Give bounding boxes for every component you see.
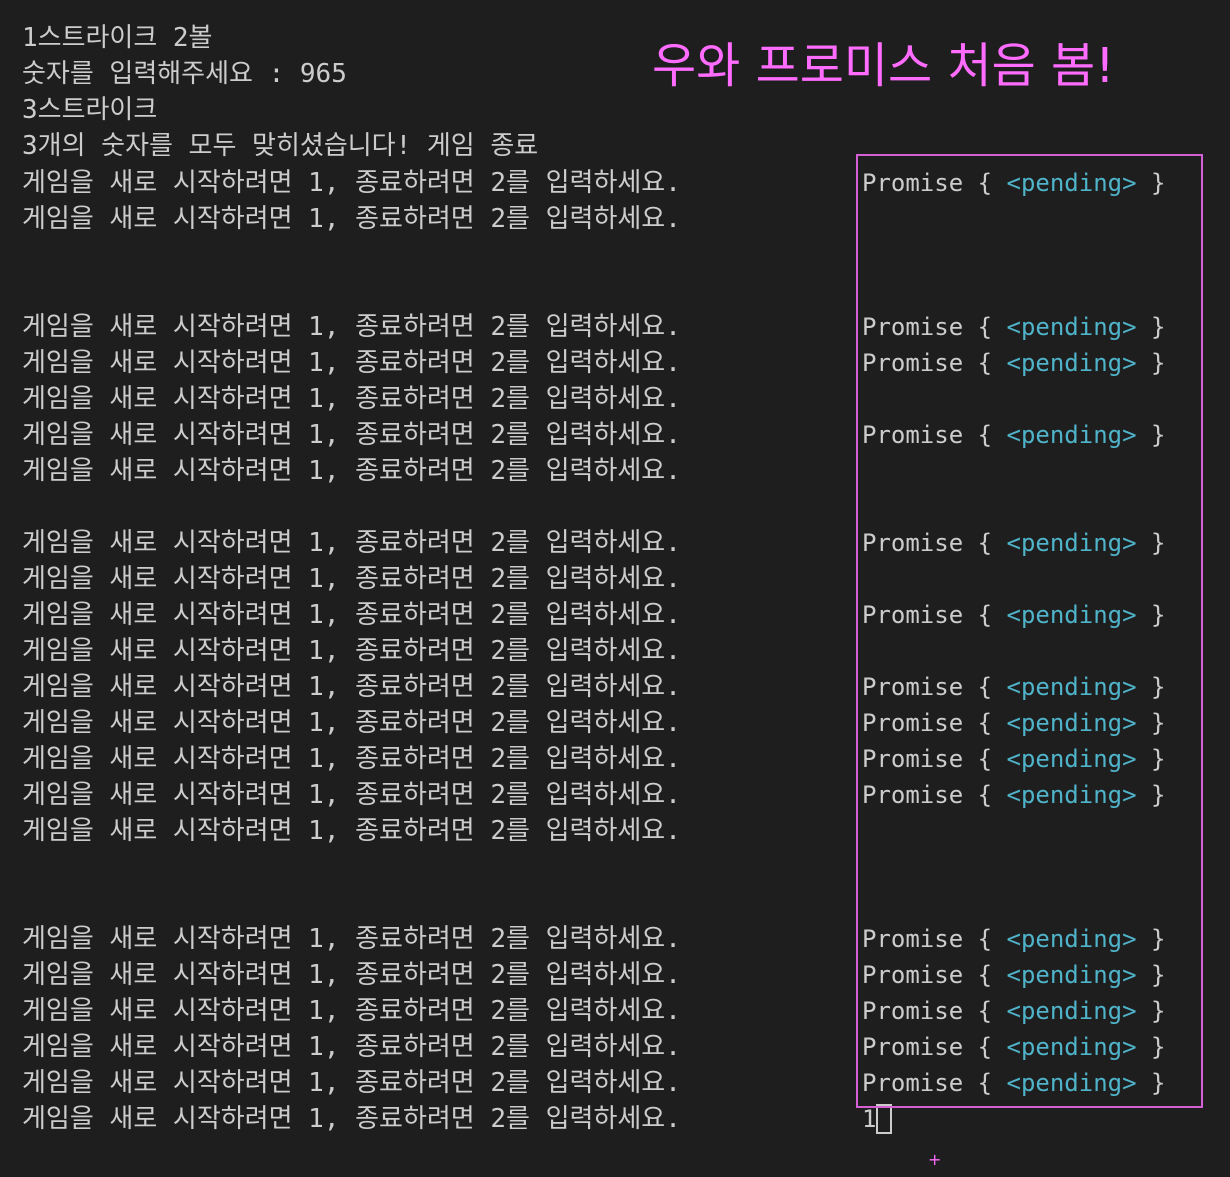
restart-prompt-line: 게임을 새로 시작하려면 1, 종료하려면 2를 입력하세요. [22,348,681,378]
restart-prompt-line: 게임을 새로 시작하려면 1, 종료하려면 2를 입력하세요. [22,420,681,450]
restart-prompt-line: 게임을 새로 시작하려면 1, 종료하려면 2를 입력하세요. [22,564,681,594]
restart-prompt-line: 게임을 새로 시작하려면 1, 종료하려면 2를 입력하세요. [22,528,681,558]
restart-prompt-line: 게임을 새로 시작하려면 1, 종료하려면 2를 입력하세요. [22,780,681,810]
restart-prompt-line: 게임을 새로 시작하려면 1, 종료하려면 2를 입력하세요. [22,456,681,486]
promise-highlight-box [856,154,1203,1108]
restart-prompt-line: 게임을 새로 시작하려면 1, 종료하려면 2를 입력하세요. [22,1032,681,1062]
restart-prompt-line: 게임을 새로 시작하려면 1, 종료하려면 2를 입력하세요. [22,1068,681,1098]
restart-prompt-line: 게임을 새로 시작하려면 1, 종료하려면 2를 입력하세요. [22,384,681,414]
restart-prompt-line: 게임을 새로 시작하려면 1, 종료하려면 2를 입력하세요. [22,168,681,198]
restart-prompt-line: 게임을 새로 시작하려면 1, 종료하려면 2를 입력하세요. [22,636,681,666]
restart-prompt-line: 게임을 새로 시작하려면 1, 종료하려면 2를 입력하세요. [22,996,681,1026]
annotation-note: 우와 프로미스 처음 봄! [652,38,1115,94]
restart-prompt-line: 게임을 새로 시작하려면 1, 종료하려면 2를 입력하세요. [22,312,681,342]
text-cursor[interactable] [876,1104,892,1134]
restart-prompt-line: 게임을 새로 시작하려면 1, 종료하려면 2를 입력하세요. [22,960,681,990]
plus-mark: + [928,1150,942,1169]
restart-prompt-line: 게임을 새로 시작하려면 1, 종료하려면 2를 입력하세요. [22,708,681,738]
restart-prompt-line: 게임을 새로 시작하려면 1, 종료하려면 2를 입력하세요. [22,924,681,954]
restart-prompt-line: 게임을 새로 시작하려면 1, 종료하려면 2를 입력하세요. [22,600,681,630]
restart-prompt-line: 게임을 새로 시작하려면 1, 종료하려면 2를 입력하세요. [22,672,681,702]
restart-prompt-line: 게임을 새로 시작하려면 1, 종료하려면 2를 입력하세요. [22,1104,681,1134]
strike-ball-line: 1스트라이크 2볼 [22,23,213,53]
three-strike-line: 3스트라이크 [22,95,158,125]
restart-prompt-line: 게임을 새로 시작하려면 1, 종료하려면 2를 입력하세요. [22,204,681,234]
restart-prompt-line: 게임을 새로 시작하려면 1, 종료하려면 2를 입력하세요. [22,816,681,846]
game-over-line: 3개의 숫자를 모두 맞히셨습니다! 게임 종료 [22,131,539,161]
number-input-line: 숫자를 입력해주세요 : 965 [22,59,347,89]
restart-prompt-line: 게임을 새로 시작하려면 1, 종료하려면 2를 입력하세요. [22,744,681,774]
